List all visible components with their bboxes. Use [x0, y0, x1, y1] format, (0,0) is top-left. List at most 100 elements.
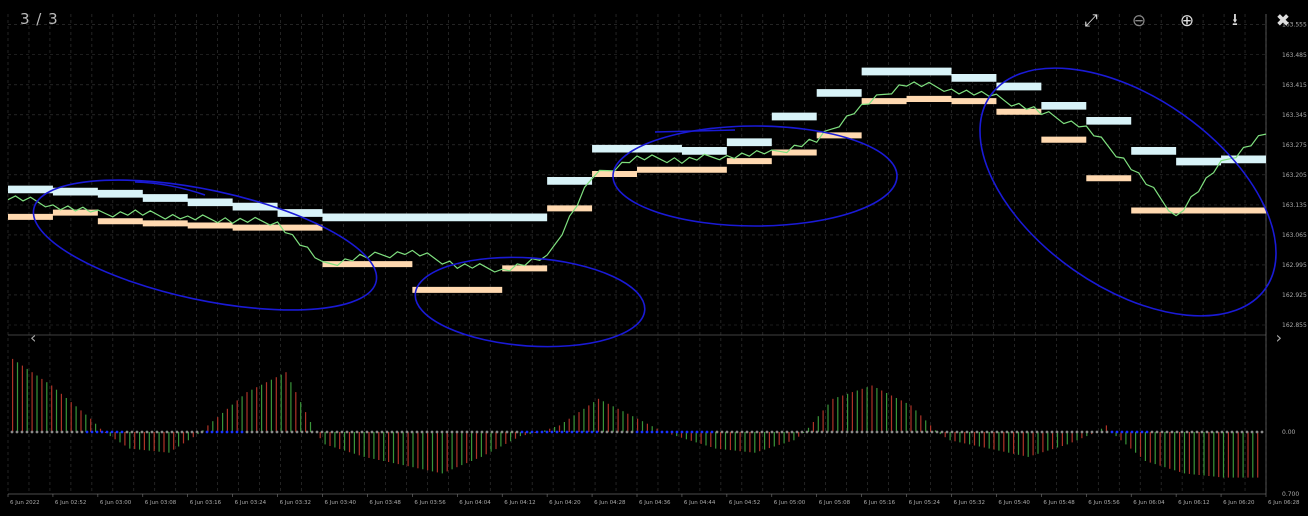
histogram-bar [139, 432, 141, 450]
histogram-bar [900, 400, 902, 432]
zero-line-dot [230, 430, 234, 434]
histogram-bar [1047, 432, 1049, 451]
zero-line-dot [680, 430, 684, 434]
zero-line-dot [375, 430, 379, 434]
zero-line-dot [960, 430, 964, 434]
histogram-bar [895, 398, 897, 432]
zero-line-dot [1175, 430, 1179, 434]
histogram-bar [392, 432, 395, 464]
histogram-bar [588, 405, 590, 432]
zero-line-dot [805, 430, 809, 434]
zero-line-dot [950, 430, 954, 434]
histogram-bar [187, 432, 189, 441]
download-icon[interactable]: ⭳ [1218, 10, 1252, 32]
histogram-bar [837, 397, 839, 432]
histogram-bar [324, 432, 326, 445]
zero-line-dot [305, 430, 309, 434]
x-tick-label: 6 Jun 05:32 [954, 500, 985, 506]
histogram-bar [778, 432, 780, 445]
histogram-bar [51, 385, 53, 432]
x-tick-label: 6 Jun 05:56 [1088, 500, 1120, 506]
histogram-bar [363, 432, 365, 457]
histogram-bar [744, 432, 746, 452]
histogram-bar [388, 432, 390, 462]
histogram-bar [1232, 432, 1234, 478]
zero-line-dot [935, 430, 939, 434]
x-tick-label: 6 Jun 03:32 [280, 500, 311, 506]
x-tick-label: 6 Jun 03:40 [325, 500, 357, 506]
histogram-bar [344, 432, 346, 451]
zero-line-dot [110, 430, 114, 434]
zero-line-dot [900, 430, 904, 434]
histogram-bar [256, 387, 258, 432]
histogram-bar [1237, 432, 1239, 478]
histogram-bar [1135, 432, 1137, 453]
zero-line-dot [365, 430, 369, 434]
zero-line-dot [330, 430, 334, 434]
zero-line-dot [545, 430, 549, 434]
zero-line-dot [910, 430, 914, 434]
zero-line-dot [465, 430, 469, 434]
histogram-bar [856, 390, 858, 432]
histogram-bar [622, 411, 624, 432]
zero-line-dot [770, 430, 774, 434]
image-counter: 3 / 3 [20, 10, 59, 28]
zoom-in-icon[interactable]: ⊕ [1170, 10, 1204, 32]
histogram-bar [612, 406, 614, 432]
zero-line-dot [1050, 430, 1054, 434]
x-tick-label: 6 Jun 06:04 [1133, 500, 1165, 506]
y-tick-label: 163.065 [1282, 232, 1307, 239]
histogram-bar [578, 412, 580, 432]
y-tick-label: 162.995 [1282, 262, 1307, 269]
viewer-toolbar: ⤢ ⊖ ⊕ ⭳ ✖ [1074, 10, 1300, 32]
histogram-bar [988, 432, 990, 449]
x-tick-label: 6 Jun 05:16 [864, 500, 896, 506]
zero-line-dot [355, 430, 359, 434]
close-icon[interactable]: ✖ [1266, 10, 1300, 32]
x-tick-label: 6 Jun 03:08 [145, 500, 177, 506]
histogram-bar [1159, 432, 1161, 466]
histogram-bar [383, 432, 385, 461]
zero-line-dot [895, 430, 899, 434]
histogram-bar [700, 432, 702, 444]
zero-line-dot [800, 430, 804, 434]
zero-line-dot [715, 430, 719, 434]
histogram-bar [80, 410, 82, 432]
histogram-bar [265, 382, 268, 432]
x-tick-label: 6 Jun 03:48 [369, 500, 401, 506]
zero-line-dot [170, 430, 174, 434]
zero-line-dot [565, 430, 569, 434]
histogram-bar [241, 396, 243, 432]
histogram-bar [46, 382, 48, 432]
zero-line-dot [1225, 430, 1229, 434]
zero-line-dot [105, 430, 109, 434]
histogram-bar [12, 358, 14, 432]
histogram-bar [573, 415, 575, 432]
histogram-bar [70, 402, 72, 432]
zero-line-dot [760, 430, 764, 434]
zero-line-dot [840, 430, 844, 434]
histogram-bar [1032, 432, 1034, 456]
zero-line-dot [675, 430, 679, 434]
chevron-right-icon[interactable]: › [1276, 328, 1282, 347]
zero-line-dot [1255, 430, 1259, 434]
zero-line-dot [1195, 430, 1199, 434]
histogram-bar [1066, 432, 1068, 445]
zero-line-dot [30, 430, 34, 434]
fullscreen-icon[interactable]: ⤢ [1074, 10, 1108, 32]
zero-line-dot [1165, 430, 1169, 434]
zero-line-dot [25, 430, 29, 434]
histogram-bar [246, 392, 248, 432]
zero-line-dot [625, 430, 629, 434]
zero-line-dot [1105, 430, 1109, 434]
chevron-left-icon[interactable]: ‹ [30, 328, 36, 347]
zoom-out-icon[interactable]: ⊖ [1122, 10, 1156, 32]
zero-line-dot [985, 430, 989, 434]
zero-line-dot [570, 430, 574, 434]
histogram-bar [568, 418, 570, 432]
histogram-bar [739, 432, 741, 452]
zero-line-dot [1215, 430, 1219, 434]
zero-line-dot [1185, 430, 1189, 434]
zero-line-dot [1145, 430, 1149, 434]
zero-line-dot [1065, 430, 1069, 434]
